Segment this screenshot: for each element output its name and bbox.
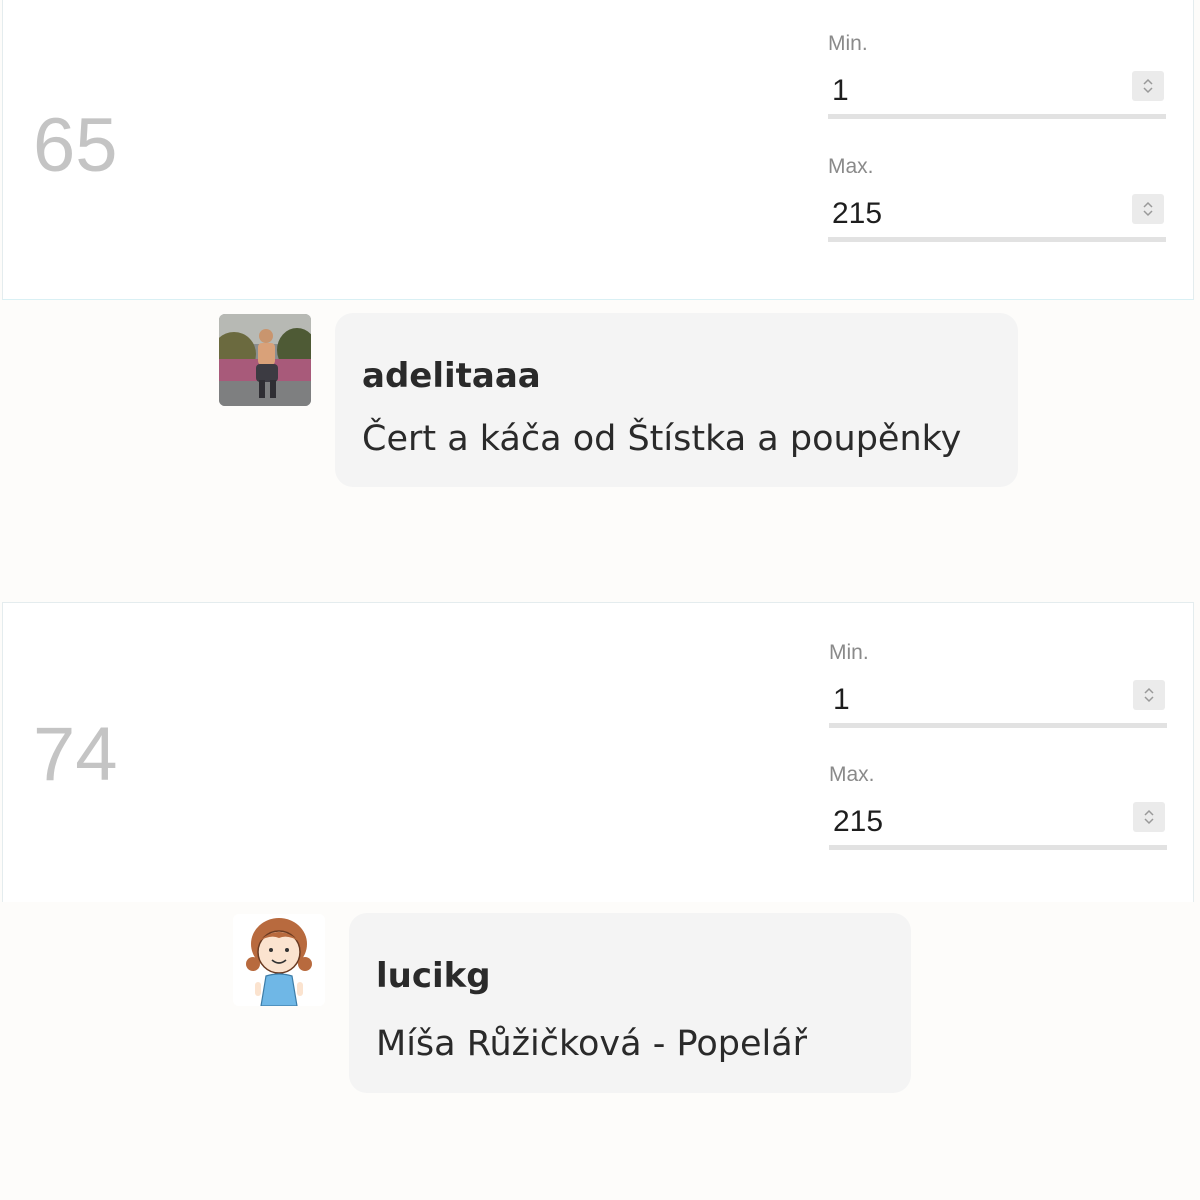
rating-card: 65 Min. 1 Max. 215 — [2, 0, 1194, 300]
rating-card: 74 Min. 1 Max. 215 — [2, 602, 1194, 902]
cartoon-girl-avatar-icon[interactable] — [233, 914, 325, 1006]
max-value[interactable]: 215 — [833, 805, 883, 839]
min-number-input[interactable]: 1 — [829, 677, 1167, 728]
photo-avatar-icon[interactable] — [219, 314, 311, 406]
max-number-input[interactable]: 215 — [828, 191, 1166, 242]
comment: adelitaaa Čert a káča od Štístka a poupě… — [0, 310, 1200, 490]
comment-bubble: adelitaaa Čert a káča od Štístka a poupě… — [335, 313, 1018, 487]
item-number: 74 — [33, 712, 118, 797]
comment-bubble: lucikg Míša Růžičková - Popelář — [349, 913, 911, 1093]
comment: lucikg Míša Růžičková - Popelář — [0, 910, 1200, 1095]
min-label: Min. — [829, 641, 869, 664]
spinner-icon[interactable] — [1133, 802, 1165, 832]
max-value[interactable]: 215 — [832, 197, 882, 231]
max-label: Max. — [829, 763, 875, 786]
max-number-input[interactable]: 215 — [829, 799, 1167, 850]
min-value[interactable]: 1 — [833, 683, 850, 717]
max-label: Max. — [828, 155, 874, 178]
min-label: Min. — [828, 32, 868, 55]
spinner-icon[interactable] — [1133, 680, 1165, 710]
comment-text: Míša Růžičková - Popelář — [376, 1024, 808, 1064]
comment-username[interactable]: lucikg — [376, 956, 491, 996]
comment-username[interactable]: adelitaaa — [362, 356, 541, 396]
min-number-input[interactable]: 1 — [828, 68, 1166, 119]
min-value[interactable]: 1 — [832, 74, 849, 108]
spinner-icon[interactable] — [1132, 194, 1164, 224]
spinner-icon[interactable] — [1132, 71, 1164, 101]
comment-text: Čert a káča od Štístka a poupěnky — [362, 419, 962, 459]
item-number: 65 — [33, 103, 118, 188]
